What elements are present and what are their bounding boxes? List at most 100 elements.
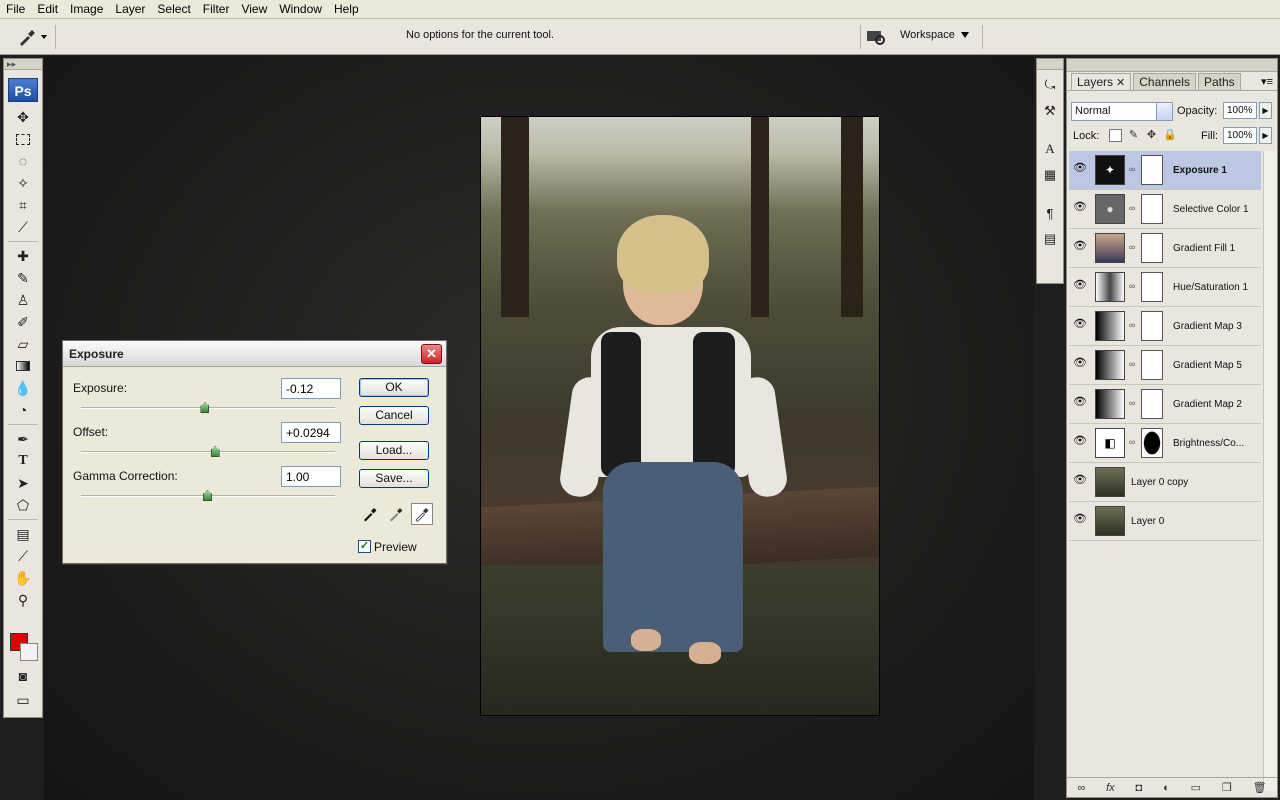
load-button[interactable]: Load... (359, 441, 429, 460)
layer-mask-thumbnail[interactable] (1141, 389, 1163, 419)
type-tool-icon[interactable]: T (8, 450, 38, 472)
bridge-button[interactable] (860, 25, 890, 49)
offset-slider[interactable] (81, 446, 335, 457)
visibility-eye-icon[interactable]: 👁 (1071, 434, 1089, 450)
mask-link-icon[interactable]: ∞ (1129, 203, 1137, 215)
gamma-input[interactable] (281, 466, 341, 487)
ps-logo[interactable]: Ps (8, 78, 38, 102)
exposure-slider[interactable] (81, 402, 335, 413)
exposure-slider-thumb[interactable] (200, 402, 210, 413)
layer-row[interactable]: 👁 ∞ Gradient Map 3 (1069, 307, 1261, 346)
hue-saturation-icon[interactable] (1095, 272, 1125, 302)
mask-link-icon[interactable]: ∞ (1129, 437, 1137, 449)
menu-select[interactable]: Select (151, 0, 196, 19)
marquee-tool-icon[interactable] (8, 128, 38, 150)
layer-row[interactable]: 👁 ✦ ∞ Exposure 1 (1069, 151, 1261, 190)
layer-thumbnail[interactable] (1095, 467, 1125, 497)
close-button[interactable]: ✕ (421, 344, 442, 364)
offset-input[interactable] (281, 422, 341, 443)
delete-layer-icon[interactable]: 🗑 (1253, 781, 1267, 794)
path-selection-tool-icon[interactable]: ➤ (8, 472, 38, 494)
mask-link-icon[interactable]: ∞ (1129, 242, 1137, 254)
visibility-eye-icon[interactable]: 👁 (1071, 200, 1089, 216)
magic-wand-tool-icon[interactable]: ✧ (8, 172, 38, 194)
menu-window[interactable]: Window (273, 0, 328, 19)
info-panel-icon[interactable]: ▤ (1039, 228, 1061, 250)
tool-preset-picker[interactable] (8, 25, 56, 49)
fill-input[interactable]: 100% (1223, 127, 1257, 144)
layer-mask-thumbnail[interactable] (1141, 350, 1163, 380)
layer-mask-thumbnail[interactable] (1141, 428, 1163, 458)
clone-stamp-tool-icon[interactable]: ♙ (8, 289, 38, 311)
exposure-input[interactable] (281, 378, 341, 399)
dock-grip[interactable] (1037, 59, 1063, 70)
exposure-icon[interactable]: ✦ (1095, 155, 1125, 185)
black-point-eyedropper-icon[interactable] (359, 503, 381, 525)
link-layers-icon[interactable]: ∞ (1077, 782, 1085, 794)
move-tool-icon[interactable]: ✥ (8, 106, 38, 128)
mask-link-icon[interactable]: ∞ (1129, 281, 1137, 293)
paragraph-panel-icon[interactable]: ¶ (1039, 202, 1061, 224)
mask-link-icon[interactable]: ∞ (1129, 398, 1137, 410)
crop-tool-icon[interactable]: ⌗ (8, 194, 38, 216)
panel-menu-icon[interactable]: ▾≡ (1261, 75, 1273, 88)
white-point-eyedropper-icon[interactable] (411, 503, 433, 525)
screen-mode-icon[interactable]: ▭ (8, 689, 38, 711)
quick-mask-icon[interactable]: ◙ (8, 665, 38, 687)
preview-checkbox[interactable]: ✓ (358, 540, 371, 553)
gamma-slider[interactable] (81, 490, 335, 501)
layer-mask-thumbnail[interactable] (1141, 194, 1163, 224)
layer-row[interactable]: 👁 Layer 0 copy (1069, 463, 1261, 502)
layers-scrollbar[interactable] (1263, 151, 1277, 791)
healing-brush-tool-icon[interactable]: ✚ (8, 245, 38, 267)
panel-grip[interactable] (1067, 59, 1277, 72)
gray-point-eyedropper-icon[interactable] (385, 503, 407, 525)
blur-tool-icon[interactable]: 💧 (8, 377, 38, 399)
mask-link-icon[interactable]: ∞ (1129, 164, 1137, 176)
visibility-eye-icon[interactable]: 👁 (1071, 512, 1089, 528)
selective-color-icon[interactable]: ● (1095, 194, 1125, 224)
history-panel-icon[interactable]: ⤿ (1039, 74, 1061, 96)
lasso-tool-icon[interactable]: ◌ (8, 150, 38, 172)
pen-tool-icon[interactable]: ✒ (8, 428, 38, 450)
hand-tool-icon[interactable]: ✋ (8, 567, 38, 589)
tab-channels[interactable]: Channels (1133, 73, 1196, 90)
layer-row[interactable]: 👁 ∞ Gradient Fill 1 (1069, 229, 1261, 268)
menu-filter[interactable]: Filter (197, 0, 236, 19)
layer-row[interactable]: 👁 ∞ Gradient Map 5 (1069, 346, 1261, 385)
tool-presets-panel-icon[interactable]: ⚒ (1039, 100, 1061, 122)
tab-paths[interactable]: Paths (1197, 73, 1241, 90)
layer-row[interactable]: 👁 Layer 0 (1069, 502, 1261, 541)
fill-slider-arrow-icon[interactable]: ▶ (1259, 127, 1272, 144)
notes-tool-icon[interactable]: ▤ (8, 523, 38, 545)
offset-slider-thumb[interactable] (210, 446, 220, 457)
menu-view[interactable]: View (235, 0, 273, 19)
ok-button[interactable]: OK (359, 378, 429, 397)
zoom-tool-icon[interactable]: ⚲ (8, 589, 38, 611)
slice-tool-icon[interactable]: ⟋ (8, 216, 38, 238)
dialog-titlebar[interactable]: Exposure ✕ (63, 341, 446, 367)
brush-tool-icon[interactable]: ✎ (8, 267, 38, 289)
visibility-eye-icon[interactable]: 👁 (1071, 356, 1089, 372)
document-image[interactable] (480, 116, 880, 716)
visibility-eye-icon[interactable]: 👁 (1071, 317, 1089, 333)
adjustment-layer-icon[interactable]: ◐ (1163, 782, 1170, 794)
lock-transparency-icon[interactable] (1109, 129, 1122, 142)
visibility-eye-icon[interactable]: 👁 (1071, 473, 1089, 489)
layer-comps-panel-icon[interactable]: ▦ (1039, 164, 1061, 186)
save-button[interactable]: Save... (359, 469, 429, 488)
new-layer-icon[interactable]: ❐ (1222, 781, 1232, 794)
gradient-map-icon[interactable] (1095, 311, 1125, 341)
gradient-map-icon[interactable] (1095, 389, 1125, 419)
cancel-button[interactable]: Cancel (359, 406, 429, 425)
menu-help[interactable]: Help (328, 0, 365, 19)
gradient-tool-icon[interactable] (8, 355, 38, 377)
gradient-map-icon[interactable] (1095, 350, 1125, 380)
lock-position-icon[interactable]: ✥ (1145, 129, 1158, 142)
menu-file[interactable]: File (0, 0, 31, 19)
layer-row[interactable]: 👁 ● ∞ Selective Color 1 (1069, 190, 1261, 229)
gradient-fill-icon[interactable] (1095, 233, 1125, 263)
visibility-eye-icon[interactable]: 👁 (1071, 161, 1089, 177)
layer-mask-thumbnail[interactable] (1141, 155, 1163, 185)
workspace-menu[interactable]: Workspace (900, 29, 969, 41)
